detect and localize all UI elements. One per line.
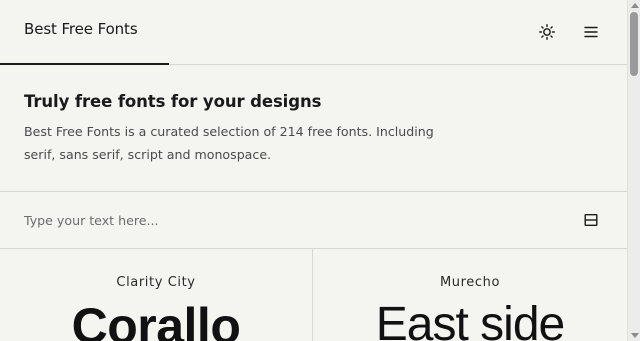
font-sample-text: East side <box>375 298 565 341</box>
vertical-scrollbar[interactable] <box>627 0 640 341</box>
font-card[interactable]: Murecho East side <box>313 249 627 341</box>
page-title: Truly free fonts for your designs <box>24 92 322 111</box>
menu-button[interactable] <box>580 21 602 43</box>
font-card[interactable]: Clarity City Corallo <box>0 249 313 341</box>
font-sample-text: Corallo <box>71 298 241 341</box>
layout-toggle-button[interactable] <box>580 209 602 231</box>
scroll-up-arrow-icon[interactable] <box>631 3 639 8</box>
layout-toggle-icon <box>584 214 598 227</box>
font-grid: Clarity City Corallo Murecho East side <box>0 249 627 341</box>
page-description: Best Free Fonts is a curated selection o… <box>24 124 434 162</box>
theme-toggle-button[interactable] <box>536 21 558 43</box>
preview-text-input[interactable] <box>24 210 504 230</box>
scroll-down-arrow-icon[interactable] <box>631 333 639 338</box>
page: Best Free Fonts Truly free fonts for you… <box>0 0 627 341</box>
sun-icon <box>539 24 555 40</box>
font-name: Clarity City <box>116 275 196 290</box>
preview-text-row <box>0 192 627 249</box>
site-logo-link[interactable]: Best Free Fonts <box>24 20 138 38</box>
hamburger-menu-icon <box>584 26 598 38</box>
scrollbar-thumb[interactable] <box>630 12 638 76</box>
font-name: Murecho <box>439 275 501 290</box>
site-header: Best Free Fonts <box>0 0 627 65</box>
intro-section: Truly free fonts for your designs Best F… <box>0 65 627 192</box>
